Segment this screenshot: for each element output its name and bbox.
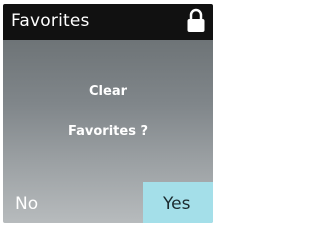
dialog-frame: Favorites Clear Favorites ? No Yes xyxy=(3,4,213,223)
page-title: Favorites xyxy=(11,11,90,31)
title-bar: Favorites xyxy=(3,4,213,40)
confirm-dialog: Clear Favorites ? No Yes xyxy=(3,40,213,223)
lock-icon xyxy=(186,8,206,34)
confirm-message-line1: Clear xyxy=(89,84,127,99)
device-screen: Favorites Clear Favorites ? No Yes xyxy=(0,0,215,223)
yes-button[interactable]: Yes xyxy=(143,182,213,223)
no-button[interactable]: No xyxy=(3,182,89,223)
no-button-label: No xyxy=(15,194,39,214)
yes-button-label: Yes xyxy=(163,194,191,214)
confirm-message-line2: Favorites ? xyxy=(68,124,148,139)
